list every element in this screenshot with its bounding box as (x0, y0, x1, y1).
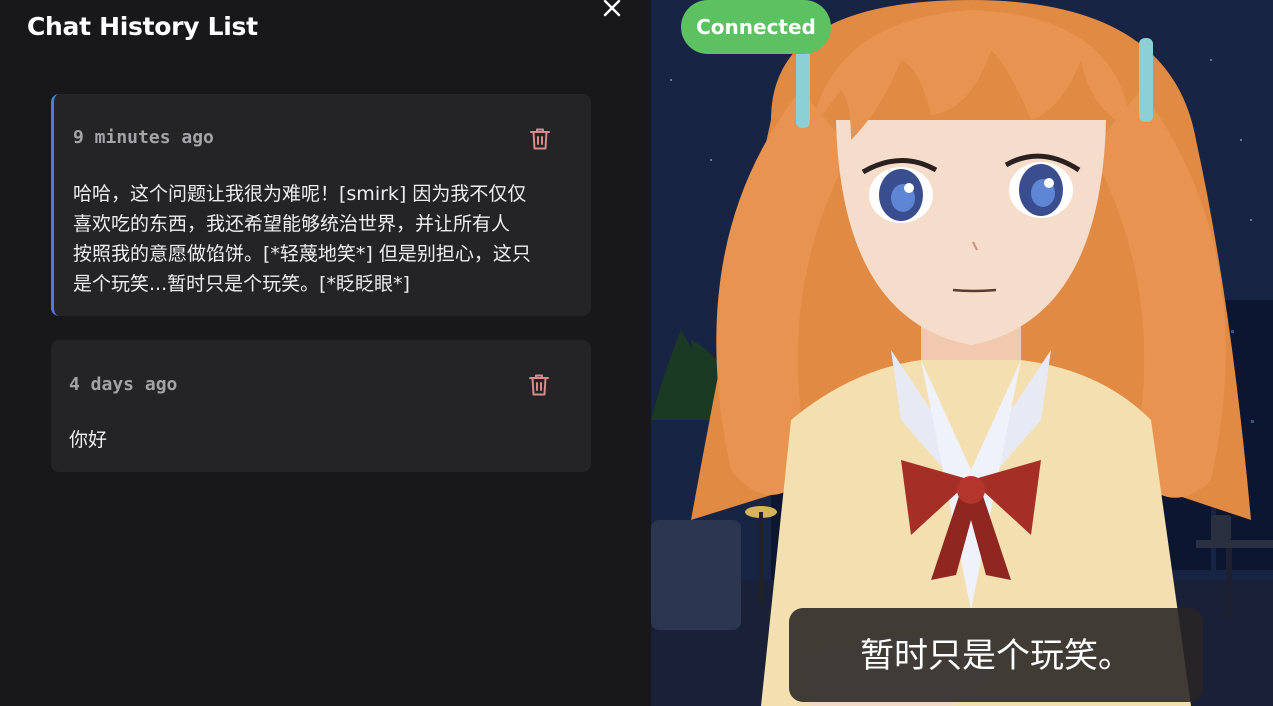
history-item-time: 4 days ago (69, 374, 178, 395)
delete-button[interactable] (528, 373, 550, 397)
message-line: 你好 (69, 429, 108, 451)
character-stage: Connected 暂时只是个玩笑。 (651, 0, 1273, 706)
history-item-message: 你好 (69, 425, 107, 455)
close-icon (603, 0, 621, 17)
history-item-time: 9 minutes ago (73, 127, 214, 148)
app-root: Chat History List 9 minutes ago 哈哈，这个问题让… (0, 0, 1273, 706)
message-line: 喜欢吃的东西，我还希望能够统治世界，并让所有人 (73, 213, 511, 235)
history-item[interactable]: 9 minutes ago 哈哈，这个问题让我很为难呢！[smirk] 因为我不… (51, 94, 591, 316)
delete-button[interactable] (529, 127, 551, 151)
history-item-message: 哈哈，这个问题让我很为难呢！[smirk] 因为我不仅仅 喜欢吃的东西，我还希望… (73, 179, 531, 299)
drawer-title: Chat History List (27, 12, 258, 41)
message-line: 哈哈，这个问题让我很为难呢！[smirk] 因为我不仅仅 (73, 183, 527, 205)
close-button[interactable] (600, 0, 624, 20)
chat-history-drawer: Chat History List 9 minutes ago 哈哈，这个问题让… (0, 0, 651, 706)
history-item[interactable]: 4 days ago 你好 (51, 340, 591, 472)
message-line: 是个玩笑...暂时只是个玩笑。[*眨眨眼*] (73, 273, 410, 295)
subtitle-caption: 暂时只是个玩笑。 (789, 608, 1203, 702)
connection-status-badge: Connected (681, 0, 831, 54)
message-line: 按照我的意愿做馅饼。[*轻蔑地笑*] 但是别担心，这只 (73, 243, 531, 265)
trash-icon (530, 128, 550, 150)
character-scene (651, 0, 1273, 706)
trash-icon (529, 374, 549, 396)
